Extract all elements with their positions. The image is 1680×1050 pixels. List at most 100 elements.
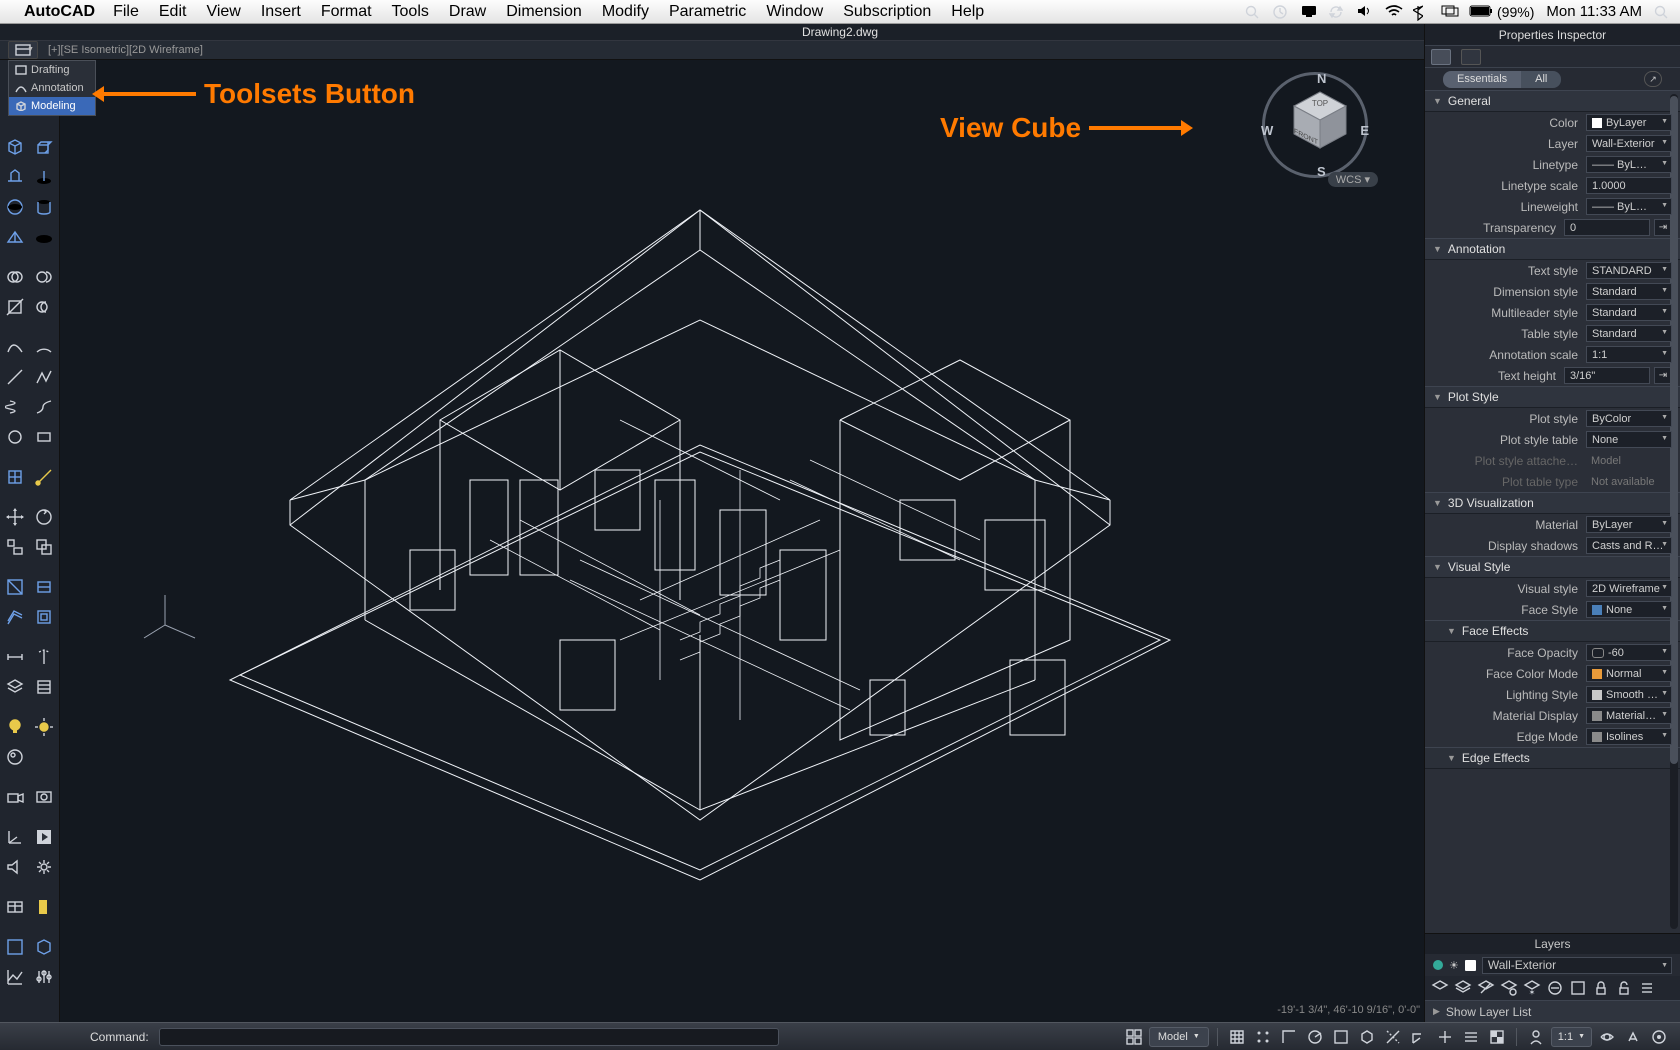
toolset-annotation[interactable]: Annotation bbox=[9, 79, 95, 97]
tool-offset-face[interactable] bbox=[1, 603, 29, 631]
layer-tool-1[interactable] bbox=[1431, 979, 1449, 997]
prop-value[interactable]: —— ByL… bbox=[1586, 156, 1672, 173]
layer-tool-more[interactable] bbox=[1638, 979, 1656, 997]
layer-on-icon[interactable] bbox=[1433, 960, 1443, 970]
prop-value[interactable]: -60 bbox=[1586, 644, 1672, 661]
viewcube-n[interactable]: N bbox=[1317, 71, 1326, 86]
tool-presspull[interactable] bbox=[1, 163, 29, 191]
tool-sphere[interactable] bbox=[1, 193, 29, 221]
prop-value[interactable]: Wall-Exterior bbox=[1586, 135, 1672, 152]
layer-tool-unlock[interactable] bbox=[1615, 979, 1633, 997]
prop-value[interactable]: Isolines bbox=[1586, 728, 1672, 745]
prop-value[interactable]: STANDARD bbox=[1586, 262, 1672, 279]
tool-table[interactable] bbox=[1, 893, 29, 921]
wifi-icon[interactable] bbox=[1385, 5, 1401, 19]
menu-dimension[interactable]: Dimension bbox=[506, 3, 582, 21]
tool-intersect[interactable] bbox=[31, 293, 59, 321]
menu-subscription[interactable]: Subscription bbox=[843, 3, 931, 21]
tool-graph[interactable] bbox=[1, 963, 29, 991]
viewport-label[interactable]: [+][SE Isometric][2D Wireframe] bbox=[48, 44, 203, 56]
annotation-scale-button[interactable]: 1:1 bbox=[1551, 1027, 1592, 1047]
tool-settings[interactable] bbox=[31, 853, 59, 881]
sb-3dosnap-icon[interactable] bbox=[1356, 1027, 1378, 1047]
prop-value[interactable]: Standard bbox=[1586, 283, 1672, 300]
clock-text[interactable]: Mon 11:33 AM bbox=[1546, 3, 1642, 20]
layer-tool-6[interactable] bbox=[1546, 979, 1564, 997]
tool-more1[interactable] bbox=[31, 823, 59, 851]
prop-value[interactable]: Casts and R… bbox=[1586, 537, 1672, 554]
volume-icon[interactable] bbox=[1357, 5, 1373, 19]
tool-move3d[interactable] bbox=[1, 503, 29, 531]
tool-layer-state[interactable] bbox=[31, 673, 59, 701]
tool-box[interactable] bbox=[1, 133, 29, 161]
menu-window[interactable]: Window bbox=[766, 3, 823, 21]
tool-wedge[interactable] bbox=[1, 223, 29, 251]
tool-constraint-v[interactable] bbox=[31, 643, 59, 671]
tool-meshbox[interactable] bbox=[1, 463, 29, 491]
tool-torus[interactable] bbox=[31, 223, 59, 251]
tool-extrude[interactable] bbox=[31, 133, 59, 161]
sb-grid-icon[interactable] bbox=[1226, 1027, 1248, 1047]
tool-layers[interactable] bbox=[1, 673, 29, 701]
layer-tool-2[interactable] bbox=[1454, 979, 1472, 997]
prop-value[interactable]: 1:1 bbox=[1586, 346, 1672, 363]
prop-value[interactable]: ByLayer bbox=[1586, 516, 1672, 533]
sb-lwt-icon[interactable] bbox=[1460, 1027, 1482, 1047]
layer-tool-4[interactable] bbox=[1500, 979, 1518, 997]
viewcube-e[interactable]: E bbox=[1360, 123, 1369, 138]
prop-value[interactable]: None bbox=[1586, 601, 1672, 618]
monitor2-icon[interactable] bbox=[1441, 5, 1457, 19]
toolsets-button[interactable] bbox=[8, 41, 38, 59]
viewcube-w[interactable]: W bbox=[1261, 123, 1273, 138]
tool-line[interactable] bbox=[1, 363, 29, 391]
tool-field[interactable] bbox=[31, 893, 59, 921]
menu-view[interactable]: View bbox=[206, 3, 240, 21]
spotlight-icon[interactable] bbox=[1654, 5, 1670, 19]
sb-dyn-icon[interactable] bbox=[1434, 1027, 1456, 1047]
tool-helix[interactable] bbox=[1, 393, 29, 421]
viewcube-s[interactable]: S bbox=[1317, 164, 1326, 179]
viewcube-cube-icon[interactable]: TOP FRONT RIGHT bbox=[1288, 88, 1352, 152]
tool-view-iso[interactable] bbox=[31, 933, 59, 961]
filter-popout-icon[interactable]: ↗ bbox=[1644, 71, 1662, 87]
tool-shell[interactable] bbox=[31, 603, 59, 631]
prop-value[interactable]: None bbox=[1586, 431, 1672, 448]
prop-value[interactable]: 2D Wireframe bbox=[1586, 580, 1672, 597]
layer-tool-7[interactable] bbox=[1569, 979, 1587, 997]
sb-snap-icon[interactable] bbox=[1252, 1027, 1274, 1047]
tool-slice[interactable] bbox=[1, 293, 29, 321]
section-annotation[interactable]: ▼Annotation bbox=[1425, 238, 1680, 260]
sb-ortho-icon[interactable] bbox=[1278, 1027, 1300, 1047]
tool-material[interactable] bbox=[1, 743, 29, 771]
menu-modify[interactable]: Modify bbox=[602, 3, 649, 21]
prop-value[interactable]: Material… bbox=[1586, 707, 1672, 724]
tool-align[interactable] bbox=[1, 533, 29, 561]
prop-value[interactable]: Normal bbox=[1586, 665, 1672, 682]
menu-parametric[interactable]: Parametric bbox=[669, 3, 746, 21]
prop-value[interactable]: —— ByL… bbox=[1586, 198, 1672, 215]
tool-subtract[interactable] bbox=[31, 263, 59, 291]
menu-draw[interactable]: Draw bbox=[449, 3, 486, 21]
menu-format[interactable]: Format bbox=[321, 3, 372, 21]
toolset-modeling[interactable]: Modeling bbox=[9, 97, 95, 115]
tool-lightbulb[interactable] bbox=[1, 713, 29, 741]
layer-tool-3[interactable] bbox=[1477, 979, 1495, 997]
tool-polyline[interactable] bbox=[31, 363, 59, 391]
tool-constraint-h[interactable] bbox=[1, 643, 29, 671]
section-plot-style[interactable]: ▼Plot Style bbox=[1425, 386, 1680, 408]
prop-value[interactable]: 3/16" bbox=[1564, 367, 1650, 384]
menu-file[interactable]: File bbox=[113, 3, 139, 21]
viewcube[interactable]: N S E W TOP FRONT RIGHT bbox=[1250, 60, 1380, 190]
menu-insert[interactable]: Insert bbox=[261, 3, 301, 21]
layer-sun-icon[interactable]: ☀ bbox=[1449, 959, 1459, 972]
menu-tools[interactable]: Tools bbox=[392, 3, 429, 21]
filter-all[interactable]: All bbox=[1521, 71, 1561, 88]
inspector-tab-properties-icon[interactable] bbox=[1431, 49, 1451, 65]
menu-help[interactable]: Help bbox=[951, 3, 984, 21]
section-edge-effects[interactable]: ▼Edge Effects bbox=[1425, 747, 1680, 769]
tool-rotate3d[interactable] bbox=[31, 503, 59, 531]
tool-view-top[interactable] bbox=[1, 933, 29, 961]
tool-levels[interactable] bbox=[31, 963, 59, 991]
sb-osnap-icon[interactable] bbox=[1330, 1027, 1352, 1047]
toolsets-dropdown[interactable]: Drafting Annotation Modeling bbox=[8, 60, 96, 116]
